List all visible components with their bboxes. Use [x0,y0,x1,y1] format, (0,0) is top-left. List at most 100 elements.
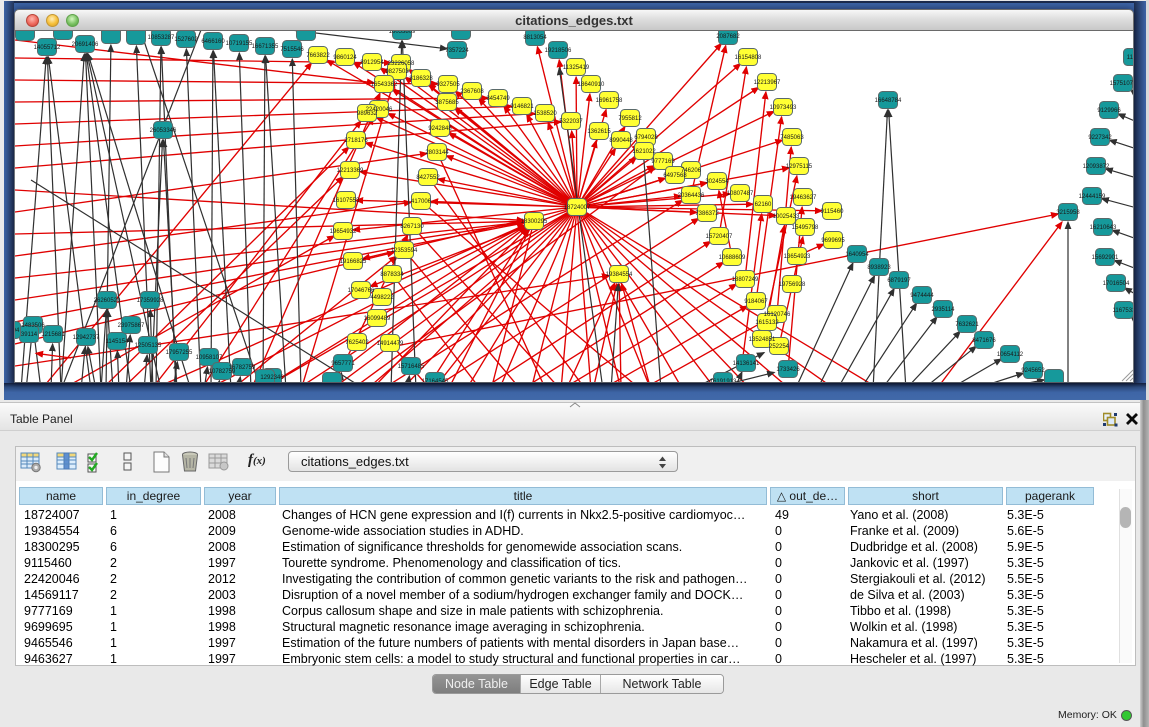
svg-text:33594: 33594 [15,328,20,334]
svg-text:13524851: 13524851 [749,337,776,343]
svg-text:16120746: 16120746 [764,312,791,318]
svg-text:12942737: 12942737 [73,335,100,341]
svg-text:1615132: 1615132 [755,320,779,326]
svg-text:7955812: 7955812 [618,116,642,122]
svg-text:7625402: 7625402 [345,340,369,346]
svg-text:252254: 252254 [769,344,790,350]
svg-text:14914479: 14914479 [377,341,404,347]
svg-text:9227342: 9227342 [1088,135,1112,141]
svg-text:6497568: 6497568 [663,173,687,179]
svg-text:1145154: 1145154 [106,339,130,345]
svg-text:9827503: 9827503 [385,69,409,75]
svg-text:15692901: 15692901 [1092,255,1119,261]
svg-text:6794028: 6794028 [634,135,658,141]
svg-text:1733426: 1733426 [776,367,800,373]
svg-text:3215958: 3215958 [1056,210,1080,216]
svg-text:19384554: 19384554 [606,272,633,278]
svg-text:6466160: 6466160 [201,39,225,45]
svg-text:19654932: 19654932 [330,229,357,235]
svg-text:1640954: 1640954 [845,252,869,258]
svg-text:10719155: 10719155 [226,41,253,47]
svg-text:16961758: 16961758 [596,98,623,104]
svg-text:14136141: 14136141 [733,361,760,367]
svg-text:9129966: 9129966 [1097,108,1121,114]
svg-text:5322037: 5322037 [559,119,583,125]
svg-text:3024554: 3024554 [705,179,729,185]
svg-text:1117: 1117 [1127,55,1134,61]
svg-text:7386372: 7386372 [695,211,719,217]
svg-text:16099489: 16099489 [364,316,391,322]
svg-text:7632621: 7632621 [955,322,979,328]
svg-text:8938923: 8938923 [867,265,891,271]
svg-text:16648784: 16648784 [875,98,902,104]
svg-text:18807249: 18807249 [732,277,759,283]
svg-text:17164545: 17164545 [422,379,449,383]
svg-text:18300295: 18300295 [521,219,548,225]
svg-text:10654112: 10654112 [997,352,1024,358]
svg-text:23226058: 23226058 [388,61,415,67]
svg-text:8267130: 8267130 [400,224,424,230]
svg-text:39114: 39114 [21,332,38,338]
svg-text:9657771: 9657771 [331,361,355,367]
svg-text:417006: 417006 [411,199,432,205]
svg-text:62160: 62160 [755,202,772,208]
svg-text:10782759: 10782759 [209,369,236,375]
svg-text:9146821: 9146821 [510,104,534,110]
svg-text:8912954: 8912954 [360,60,384,66]
svg-text:2087682: 2087682 [716,34,740,40]
svg-text:10958107: 10958107 [196,355,223,361]
svg-text:19218506: 19218506 [545,48,572,54]
svg-text:2803144: 2803144 [425,150,449,156]
svg-text:989632: 989632 [357,111,378,117]
svg-text:17046766: 17046766 [348,288,375,294]
svg-text:19463627: 19463627 [790,195,817,201]
svg-text:8990448: 8990448 [609,138,633,144]
svg-text:15720407: 15720407 [706,234,733,240]
svg-text:9184067: 9184067 [744,299,768,305]
svg-text:16053809: 16053809 [389,31,416,35]
svg-text:16107553: 16107553 [333,198,360,204]
svg-text:6879197: 6879197 [887,278,911,284]
svg-text:8813054: 8813054 [523,35,547,41]
svg-text:10853287: 10853287 [148,35,175,41]
svg-text:9327505: 9327505 [436,82,460,88]
svg-text:10807487: 10807487 [727,191,754,197]
svg-text:9115460: 9115460 [821,209,845,215]
svg-text:19166825: 19166825 [340,259,367,265]
svg-text:17359928: 17359928 [137,298,164,304]
svg-text:1167533: 1167533 [1113,308,1134,314]
svg-text:18640910: 18640910 [578,82,605,88]
svg-text:16154808: 16154808 [735,55,762,61]
svg-text:7515546: 7515546 [280,47,304,53]
svg-text:1538520: 1538520 [533,111,557,117]
svg-text:12093872: 12093872 [1083,164,1110,170]
svg-text:23975867: 23975867 [118,323,145,329]
svg-text:8878334: 8878334 [380,272,404,278]
svg-text:7357224: 7357224 [445,48,469,54]
svg-text:12444159: 12444159 [1079,194,1106,200]
svg-text:9245652: 9245652 [1021,368,1045,374]
svg-text:8471676: 8471676 [972,338,996,344]
svg-text:1292346: 1292346 [260,375,284,381]
svg-text:8427552: 8427552 [416,175,440,181]
svg-text:9242848: 9242848 [428,126,452,132]
svg-text:15495798: 15495798 [792,225,819,231]
svg-text:20691406: 20691406 [72,42,99,48]
svg-text:2718176: 2718176 [344,138,368,144]
svg-text:11325419: 11325419 [563,65,590,71]
svg-text:12213967: 12213967 [754,80,781,86]
svg-text:1362615: 1362615 [587,129,611,135]
svg-text:12353594: 12353594 [391,248,418,254]
svg-text:9474444: 9474444 [910,293,934,299]
svg-text:17957255: 17957255 [166,350,193,356]
svg-text:9699695: 9699695 [821,238,845,244]
svg-text:16210643: 16210643 [1090,225,1117,231]
svg-text:16671355: 16671355 [252,44,279,50]
svg-text:20364436: 20364436 [678,193,705,199]
svg-text:7663822: 7663822 [306,53,330,59]
svg-text:12975115: 12975115 [786,164,813,170]
svg-text:26260520: 26260520 [94,298,121,304]
svg-text:4498222: 4498222 [370,295,394,301]
svg-text:16191913: 16191913 [710,379,737,383]
svg-text:13654923: 13654923 [784,254,811,260]
